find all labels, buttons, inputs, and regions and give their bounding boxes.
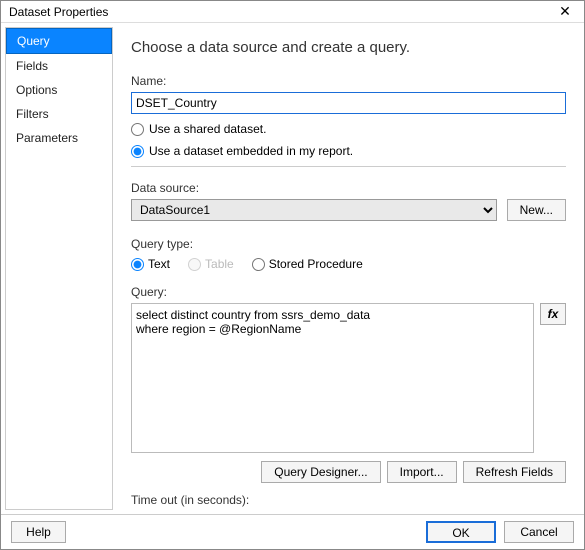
sidebar-label: Options [16,83,57,97]
query-textarea[interactable]: select distinct country from ssrs_demo_d… [131,303,534,453]
sidebar-item-options[interactable]: Options [6,78,112,102]
import-button[interactable]: Import... [387,461,457,483]
page-heading: Choose a data source and create a query. [131,39,566,56]
qt-table-option: Table [188,257,234,271]
datasource-select[interactable]: DataSource1 [131,199,497,221]
sidebar: Query Fields Options Filters Parameters [5,27,113,510]
footer-right: OK Cancel [426,521,574,543]
timeout-label: Time out (in seconds): [131,493,566,507]
radio-embedded-label: Use a dataset embedded in my report. [149,144,353,158]
qt-text-option[interactable]: Text [131,257,170,271]
new-datasource-button[interactable]: New... [507,199,566,221]
sidebar-item-query[interactable]: Query [6,28,112,54]
titlebar: Dataset Properties ✕ [1,1,584,23]
radio-qt-sp[interactable] [252,258,265,271]
refresh-fields-button[interactable]: Refresh Fields [463,461,566,483]
radio-embedded[interactable] [131,145,144,158]
ok-button[interactable]: OK [426,521,496,543]
qt-sp-option[interactable]: Stored Procedure [252,257,363,271]
expression-button[interactable]: fx [540,303,566,325]
datasource-row: DataSource1 New... [131,199,566,221]
cancel-button[interactable]: Cancel [504,521,574,543]
divider [131,166,566,167]
datasource-label: Data source: [131,181,566,195]
querytype-label: Query type: [131,237,566,251]
window-title: Dataset Properties [9,5,108,19]
dialog-body: Query Fields Options Filters Parameters … [1,23,584,514]
footer: Help OK Cancel [1,514,584,549]
sidebar-item-parameters[interactable]: Parameters [6,126,112,150]
name-input[interactable] [131,92,566,114]
radio-shared[interactable] [131,123,144,136]
radio-shared-row[interactable]: Use a shared dataset. [131,122,566,136]
close-icon[interactable]: ✕ [550,2,580,22]
radio-qt-table [188,258,201,271]
dataset-properties-dialog: Dataset Properties ✕ Query Fields Option… [0,0,585,550]
help-button[interactable]: Help [11,521,66,543]
sidebar-item-fields[interactable]: Fields [6,54,112,78]
radio-qt-text[interactable] [131,258,144,271]
radio-shared-label: Use a shared dataset. [149,122,266,136]
query-designer-button[interactable]: Query Designer... [261,461,380,483]
query-area-row: select distinct country from ssrs_demo_d… [131,303,566,453]
sidebar-label: Filters [16,107,49,121]
sidebar-label: Fields [16,59,48,73]
radio-embedded-row[interactable]: Use a dataset embedded in my report. [131,144,566,158]
content-pane: Choose a data source and create a query.… [123,27,580,510]
querytype-row: Text Table Stored Procedure [131,257,566,271]
sidebar-label: Query [17,34,50,48]
sidebar-label: Parameters [16,131,78,145]
query-actions: Query Designer... Import... Refresh Fiel… [131,461,566,483]
name-label: Name: [131,74,566,88]
sidebar-item-filters[interactable]: Filters [6,102,112,126]
query-label: Query: [131,285,566,299]
